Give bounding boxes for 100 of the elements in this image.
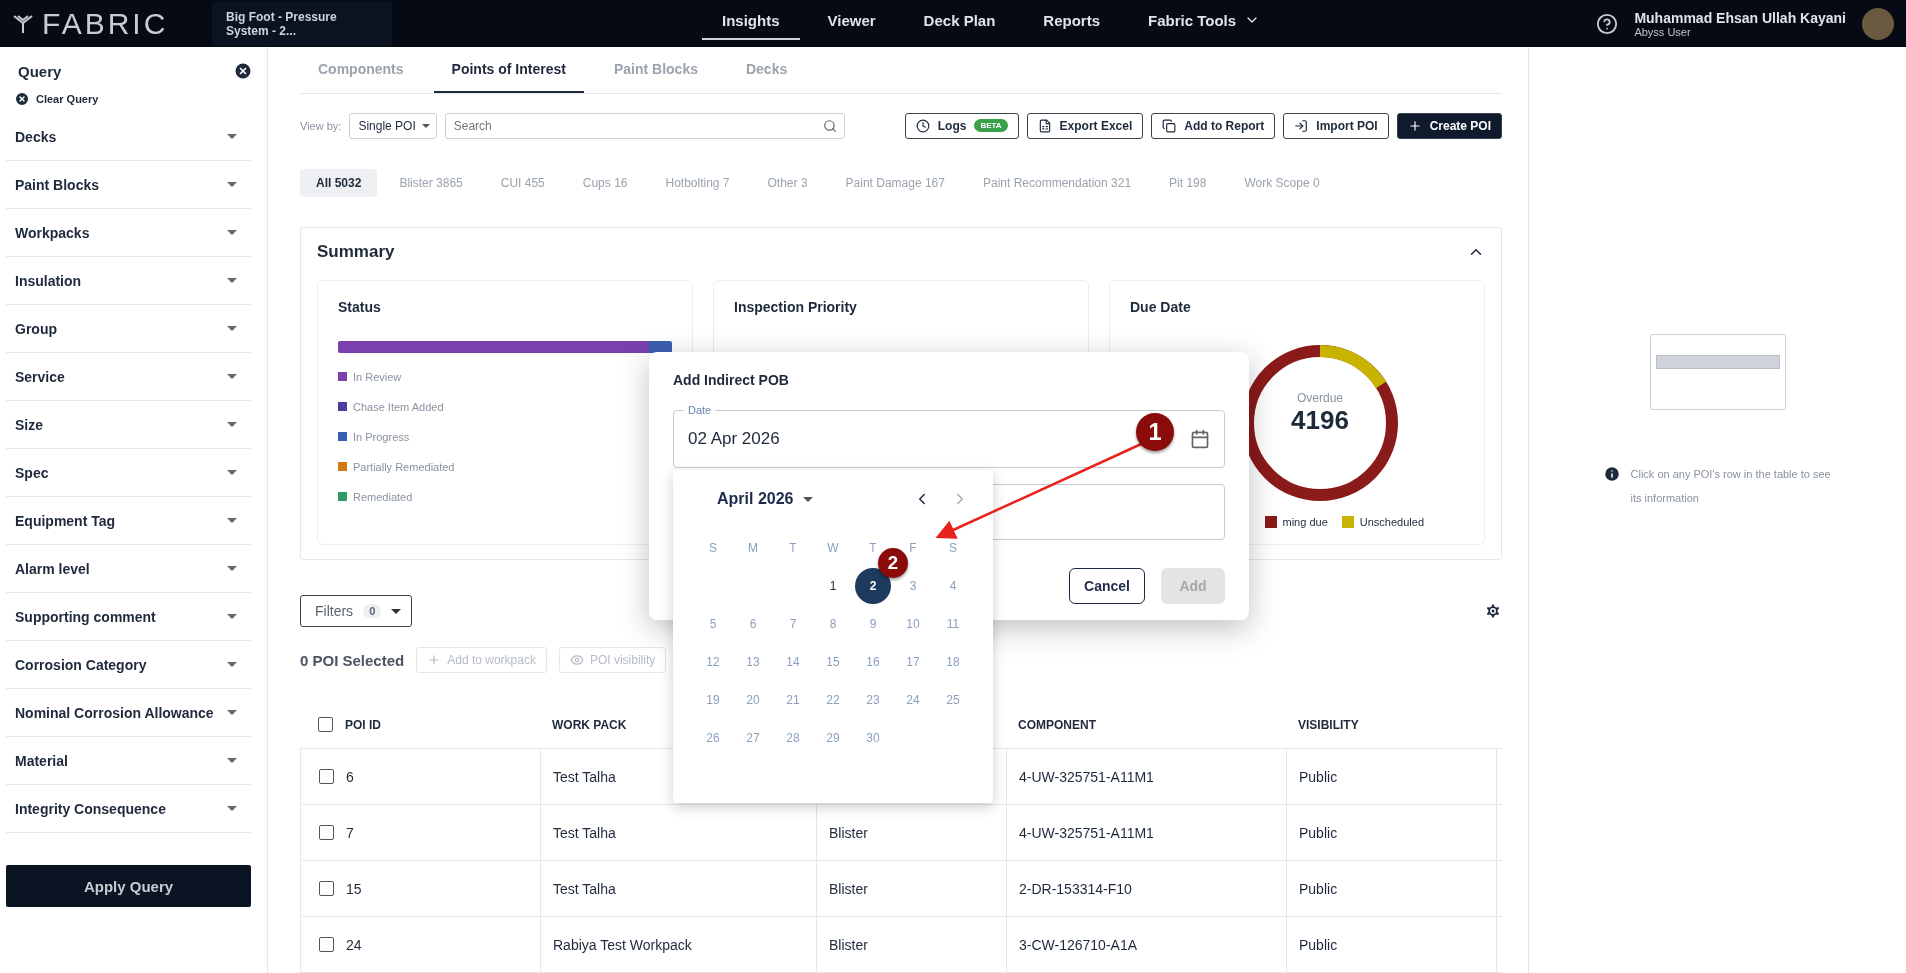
- month-selector[interactable]: April 2026: [717, 490, 814, 508]
- category-tab[interactable]: Paint Recommendation 321: [966, 168, 1148, 197]
- nav-link[interactable]: Reports: [1023, 2, 1120, 40]
- weekday-label: T: [788, 540, 798, 557]
- column-header: COMPONENT: [1018, 717, 1096, 732]
- summary-title: Summary: [317, 241, 395, 262]
- nav-link[interactable]: Insights: [702, 2, 800, 40]
- caret-icon: [227, 806, 237, 811]
- project-selector[interactable]: Big Foot - Pressure System - 2...: [212, 1, 392, 46]
- apply-query-button[interactable]: Apply Query: [6, 865, 251, 907]
- clock-icon: [915, 118, 930, 133]
- table-cell: 4-UW-325751-A11M1: [1019, 824, 1154, 841]
- filter-dropdown[interactable]: Decks: [6, 113, 251, 161]
- search-field[interactable]: Search: [444, 112, 845, 139]
- filter-dropdown[interactable]: Supporting comment: [6, 593, 251, 641]
- category-tab[interactable]: CUI 455: [484, 168, 561, 197]
- legend-label: Unscheduled: [1359, 515, 1424, 528]
- toolbar-button[interactable]: Create POI: [1396, 112, 1502, 139]
- calendar-day[interactable]: 2: [855, 568, 891, 604]
- table-cell: 3-CW-126710-A1A: [1019, 936, 1138, 953]
- checkbox[interactable]: [319, 881, 334, 896]
- table-cell: Public: [1299, 880, 1338, 897]
- weekday-label: M: [747, 540, 759, 557]
- search-icon[interactable]: [822, 118, 837, 133]
- weekday-label: S: [708, 540, 718, 557]
- table-cell: Blister: [829, 880, 868, 897]
- checkbox[interactable]: [319, 825, 334, 840]
- table-cell: 24: [346, 936, 362, 953]
- legend-label: In Progress: [353, 430, 410, 443]
- toolbar-button[interactable]: Export Excel: [1026, 112, 1144, 139]
- column-header: POI ID: [345, 717, 381, 732]
- donut-label: Overdue: [1297, 390, 1343, 405]
- selection-count: 0 POI Selected: [300, 651, 405, 669]
- filter-dropdown[interactable]: Corrosion Category: [6, 641, 251, 689]
- checkbox[interactable]: [318, 717, 333, 732]
- dialog-button[interactable]: Cancel: [1069, 568, 1145, 604]
- table-cell: Rabiya Test Workpack: [553, 936, 692, 953]
- card-title: Due Date: [1130, 298, 1192, 315]
- logo-icon: [12, 12, 34, 35]
- card-title: Inspection Priority: [734, 298, 858, 315]
- logo: FABRIC: [12, 6, 212, 41]
- category-tab[interactable]: Other 3: [751, 168, 824, 197]
- table-cell: Test Talha: [553, 880, 616, 897]
- column-header: WORK PACK: [552, 717, 627, 732]
- caret-icon: [227, 326, 237, 331]
- caret-icon: [803, 496, 814, 502]
- checkbox[interactable]: [319, 937, 334, 952]
- calendar-day[interactable]: 1: [815, 568, 851, 604]
- category-tab[interactable]: All 5032: [300, 168, 378, 197]
- table-cell: 15: [346, 880, 362, 897]
- filter-count: 0: [363, 604, 382, 618]
- view-select[interactable]: Single POI: [349, 112, 437, 139]
- category-tab[interactable]: Cups 16: [566, 168, 644, 197]
- caret-icon: [421, 123, 430, 128]
- help-icon[interactable]: [1596, 12, 1619, 35]
- caret-icon: [227, 566, 237, 571]
- toolbar-button[interactable]: Add to Report: [1151, 112, 1276, 139]
- checkbox[interactable]: [319, 769, 334, 784]
- filter-dropdown[interactable]: Material: [6, 737, 251, 785]
- nav-link[interactable]: Fabric Tools: [1128, 2, 1281, 40]
- toolbar-button[interactable]: Import POI: [1283, 112, 1389, 139]
- plus-icon: [1407, 118, 1422, 133]
- calendar-icon[interactable]: [1190, 428, 1210, 449]
- filter-dropdown[interactable]: Group: [6, 305, 251, 353]
- filter-dropdown[interactable]: Paint Blocks: [6, 161, 251, 209]
- table-cell: Public: [1299, 768, 1338, 785]
- nav-link[interactable]: Deck Plan: [903, 2, 1016, 40]
- table-cell: Public: [1299, 936, 1338, 953]
- filter-dropdown[interactable]: Equipment Tag: [6, 497, 251, 545]
- eye-icon: [569, 653, 584, 667]
- filter-dropdown[interactable]: Insulation: [6, 257, 251, 305]
- sidebar-title: Query: [18, 62, 62, 80]
- clear-query-button[interactable]: Clear Query: [6, 81, 107, 113]
- close-icon[interactable]: [233, 61, 253, 81]
- nav-link[interactable]: Viewer: [807, 2, 896, 40]
- category-tab[interactable]: Blister 3865: [383, 168, 479, 197]
- filter-dropdown[interactable]: Alarm level: [6, 545, 251, 593]
- legend-label: ming due: [1282, 515, 1328, 528]
- table-cell: 2-DR-153314-F10: [1019, 880, 1132, 897]
- filter-dropdown[interactable]: Size: [6, 401, 251, 449]
- filter-dropdown[interactable]: Service: [6, 353, 251, 401]
- tab[interactable]: Paint Blocks: [595, 47, 716, 93]
- category-tab[interactable]: Pit 198: [1153, 168, 1223, 197]
- toolbar-button[interactable]: Logs BETA: [904, 112, 1019, 139]
- category-tab[interactable]: Hotbolting 7: [649, 168, 746, 197]
- legend-label: In Review: [353, 370, 402, 383]
- settings-icon[interactable]: [1484, 602, 1502, 620]
- tab[interactable]: Points of Interest: [433, 47, 584, 93]
- filter-dropdown[interactable]: Nominal Corrosion Allowance: [6, 689, 251, 737]
- user-role: Abyss User: [1634, 25, 1692, 38]
- table-cell: Test Talha: [553, 824, 616, 841]
- filters-button[interactable]: Filters 0: [300, 595, 413, 627]
- tab[interactable]: Decks: [727, 47, 806, 93]
- filter-dropdown[interactable]: Integrity Consequence: [6, 785, 251, 833]
- tab[interactable]: Components: [300, 47, 422, 93]
- category-tab[interactable]: Paint Damage 167: [829, 168, 961, 197]
- avatar[interactable]: [1862, 7, 1894, 40]
- category-tab[interactable]: Work Scope 0: [1228, 168, 1336, 197]
- filter-dropdown[interactable]: Spec: [6, 449, 251, 497]
- filter-dropdown[interactable]: Workpacks: [6, 209, 251, 257]
